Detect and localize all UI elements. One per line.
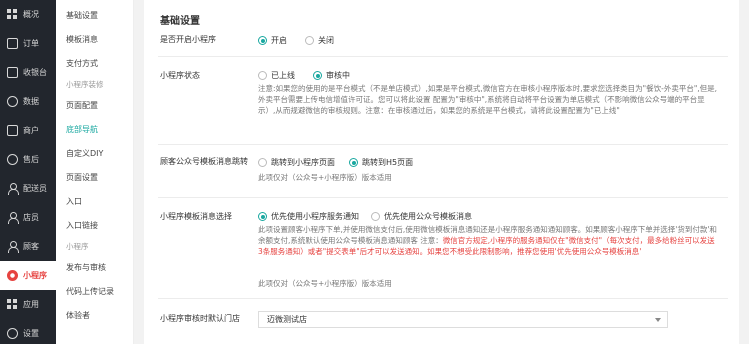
enable-off-label: 关闭: [318, 36, 334, 45]
customer-icon: [7, 241, 19, 253]
miniprogram-icon: [7, 270, 18, 281]
nav-item-label: 小程序: [23, 271, 47, 280]
status-label: 小程序状态: [160, 71, 200, 80]
nav-item-label: 数据: [23, 97, 39, 106]
settings-icon: [7, 328, 18, 339]
staff-icon: [7, 212, 19, 224]
nav-item-label: 顾客: [23, 242, 39, 251]
jump-miniprogram-radio[interactable]: [258, 158, 267, 167]
template-priority-label: 小程序模板消息选择: [160, 212, 232, 221]
subnav-group-decoration: 小程序装修: [66, 80, 104, 89]
template-jump-label: 顾客公众号模板消息跳转: [160, 157, 248, 166]
subnav-item-custom-diy[interactable]: 自定义DIY: [56, 142, 133, 166]
grid-icon: [7, 9, 18, 20]
enable-radio-group: 开启 关闭: [258, 35, 334, 46]
priority-official-radio[interactable]: [371, 212, 380, 221]
nav-item-overview[interactable]: 概况: [0, 0, 56, 29]
nav-item-aftersales[interactable]: 售后: [0, 145, 56, 174]
nav-item-label: 配送员: [23, 184, 47, 193]
settings-card: 基础设置 是否开启小程序 开启 关闭 小程序状态 已上线 审核中 注意:如果您的…: [144, 0, 739, 344]
divider: [158, 197, 728, 198]
status-online-label: 已上线: [271, 71, 295, 80]
subnav-item-bottom-nav[interactable]: 底部导航: [56, 118, 133, 142]
status-radio-group: 已上线 审核中: [258, 70, 350, 81]
nav-item-apps[interactable]: 应用: [0, 290, 56, 319]
review-store-select[interactable]: 迈微测试店: [258, 311, 668, 328]
nav-item-label: 概况: [23, 10, 39, 19]
courier-icon: [7, 183, 19, 195]
nav-item-staff[interactable]: 店员: [0, 203, 56, 232]
nav-item-data[interactable]: 数据: [0, 87, 56, 116]
template-jump-radio-group: 跳转到小程序页面 跳转到H5页面: [258, 157, 413, 168]
nav-item-label: 订单: [23, 39, 39, 48]
subnav-item-testers[interactable]: 体验者: [56, 304, 133, 328]
template-priority-note2: 此项仅对（公众号+小程序版）版本适用: [258, 279, 392, 288]
nav-item-orders[interactable]: 订单: [0, 29, 56, 58]
priority-official-label: 优先使用公众号模板消息: [384, 212, 472, 221]
enable-on-radio[interactable]: [258, 36, 267, 45]
store-icon: [7, 125, 18, 136]
jump-h5-label: 跳转到H5页面: [362, 158, 414, 167]
status-online-radio[interactable]: [258, 71, 267, 80]
status-review-label: 审核中: [326, 71, 350, 80]
template-jump-note: 此项仅对（公众号+小程序版）版本适用: [258, 173, 392, 182]
subnav-item-basic-settings[interactable]: 基础设置: [56, 4, 133, 28]
divider: [158, 56, 728, 57]
subnav-item-publish-review[interactable]: 发布与审核: [56, 256, 133, 280]
nav-item-label: 店员: [23, 213, 39, 222]
chevron-down-icon: [655, 318, 661, 322]
review-store-value: 迈微测试店: [267, 315, 307, 324]
service-icon: [7, 154, 18, 165]
nav-item-label: 售后: [23, 155, 39, 164]
enable-on-label: 开启: [271, 36, 287, 45]
nav-item-customers[interactable]: 顾客: [0, 232, 56, 261]
review-store-label: 小程序审核时默认门店: [160, 314, 240, 323]
order-icon: [7, 38, 18, 49]
nav-item-label: 应用: [23, 300, 39, 309]
chart-icon: [7, 96, 18, 107]
cashier-icon: [7, 67, 18, 78]
status-review-radio[interactable]: [313, 71, 322, 80]
nav-item-label: 商户: [23, 126, 39, 135]
subnav-item-page-config[interactable]: 页面配置: [56, 94, 133, 118]
enable-label: 是否开启小程序: [160, 35, 216, 44]
template-priority-note: 此项设置顾客小程序下单,并使用微信支付后,使用微信模板消息通知还是小程序服务通知…: [258, 224, 718, 257]
subnav-item-page-settings[interactable]: 页面设置: [56, 166, 133, 190]
divider: [158, 298, 728, 299]
nav-item-cashier[interactable]: 收银台: [0, 58, 56, 87]
nav-item-label: 设置: [23, 329, 39, 338]
main-nav: 概况 订单 收银台 数据 商户 售后 配送员 店员 顾客 小程序 应用 设置: [0, 0, 56, 344]
subnav-item-payment-methods[interactable]: 支付方式: [56, 52, 133, 76]
subnav-item-upload-history[interactable]: 代码上传记录: [56, 280, 133, 304]
status-note: 注意:如果您的使用的是平台模式（不是单店模式）,如果是平台模式,微信官方在审核小…: [258, 84, 718, 115]
jump-h5-radio[interactable]: [349, 158, 358, 167]
apps-icon: [7, 299, 18, 310]
page-title: 基础设置: [160, 16, 200, 27]
subnav-item-template-messages[interactable]: 模板消息: [56, 28, 133, 52]
subnav-item-entry[interactable]: 入口: [56, 190, 133, 214]
priority-miniprogram-label: 优先使用小程序服务通知: [271, 212, 359, 221]
nav-item-settings[interactable]: 设置: [0, 319, 56, 344]
nav-item-merchants[interactable]: 商户: [0, 116, 56, 145]
main-content: 基础设置 是否开启小程序 开启 关闭 小程序状态 已上线 审核中 注意:如果您的…: [134, 0, 749, 344]
nav-item-label: 收银台: [23, 68, 47, 77]
sub-nav: 基础设置 模板消息 支付方式 小程序装修 页面配置 底部导航 自定义DIY 页面…: [56, 0, 134, 344]
enable-off-radio[interactable]: [305, 36, 314, 45]
divider: [158, 144, 728, 145]
jump-miniprogram-label: 跳转到小程序页面: [271, 158, 335, 167]
template-priority-radio-group: 优先使用小程序服务通知 优先使用公众号模板消息: [258, 211, 472, 222]
nav-item-miniprogram[interactable]: 小程序: [0, 261, 56, 290]
nav-item-couriers[interactable]: 配送员: [0, 174, 56, 203]
subnav-group-miniprogram: 小程序: [66, 242, 89, 251]
subnav-item-entry-links[interactable]: 入口链接: [56, 214, 133, 238]
priority-miniprogram-radio[interactable]: [258, 212, 267, 221]
